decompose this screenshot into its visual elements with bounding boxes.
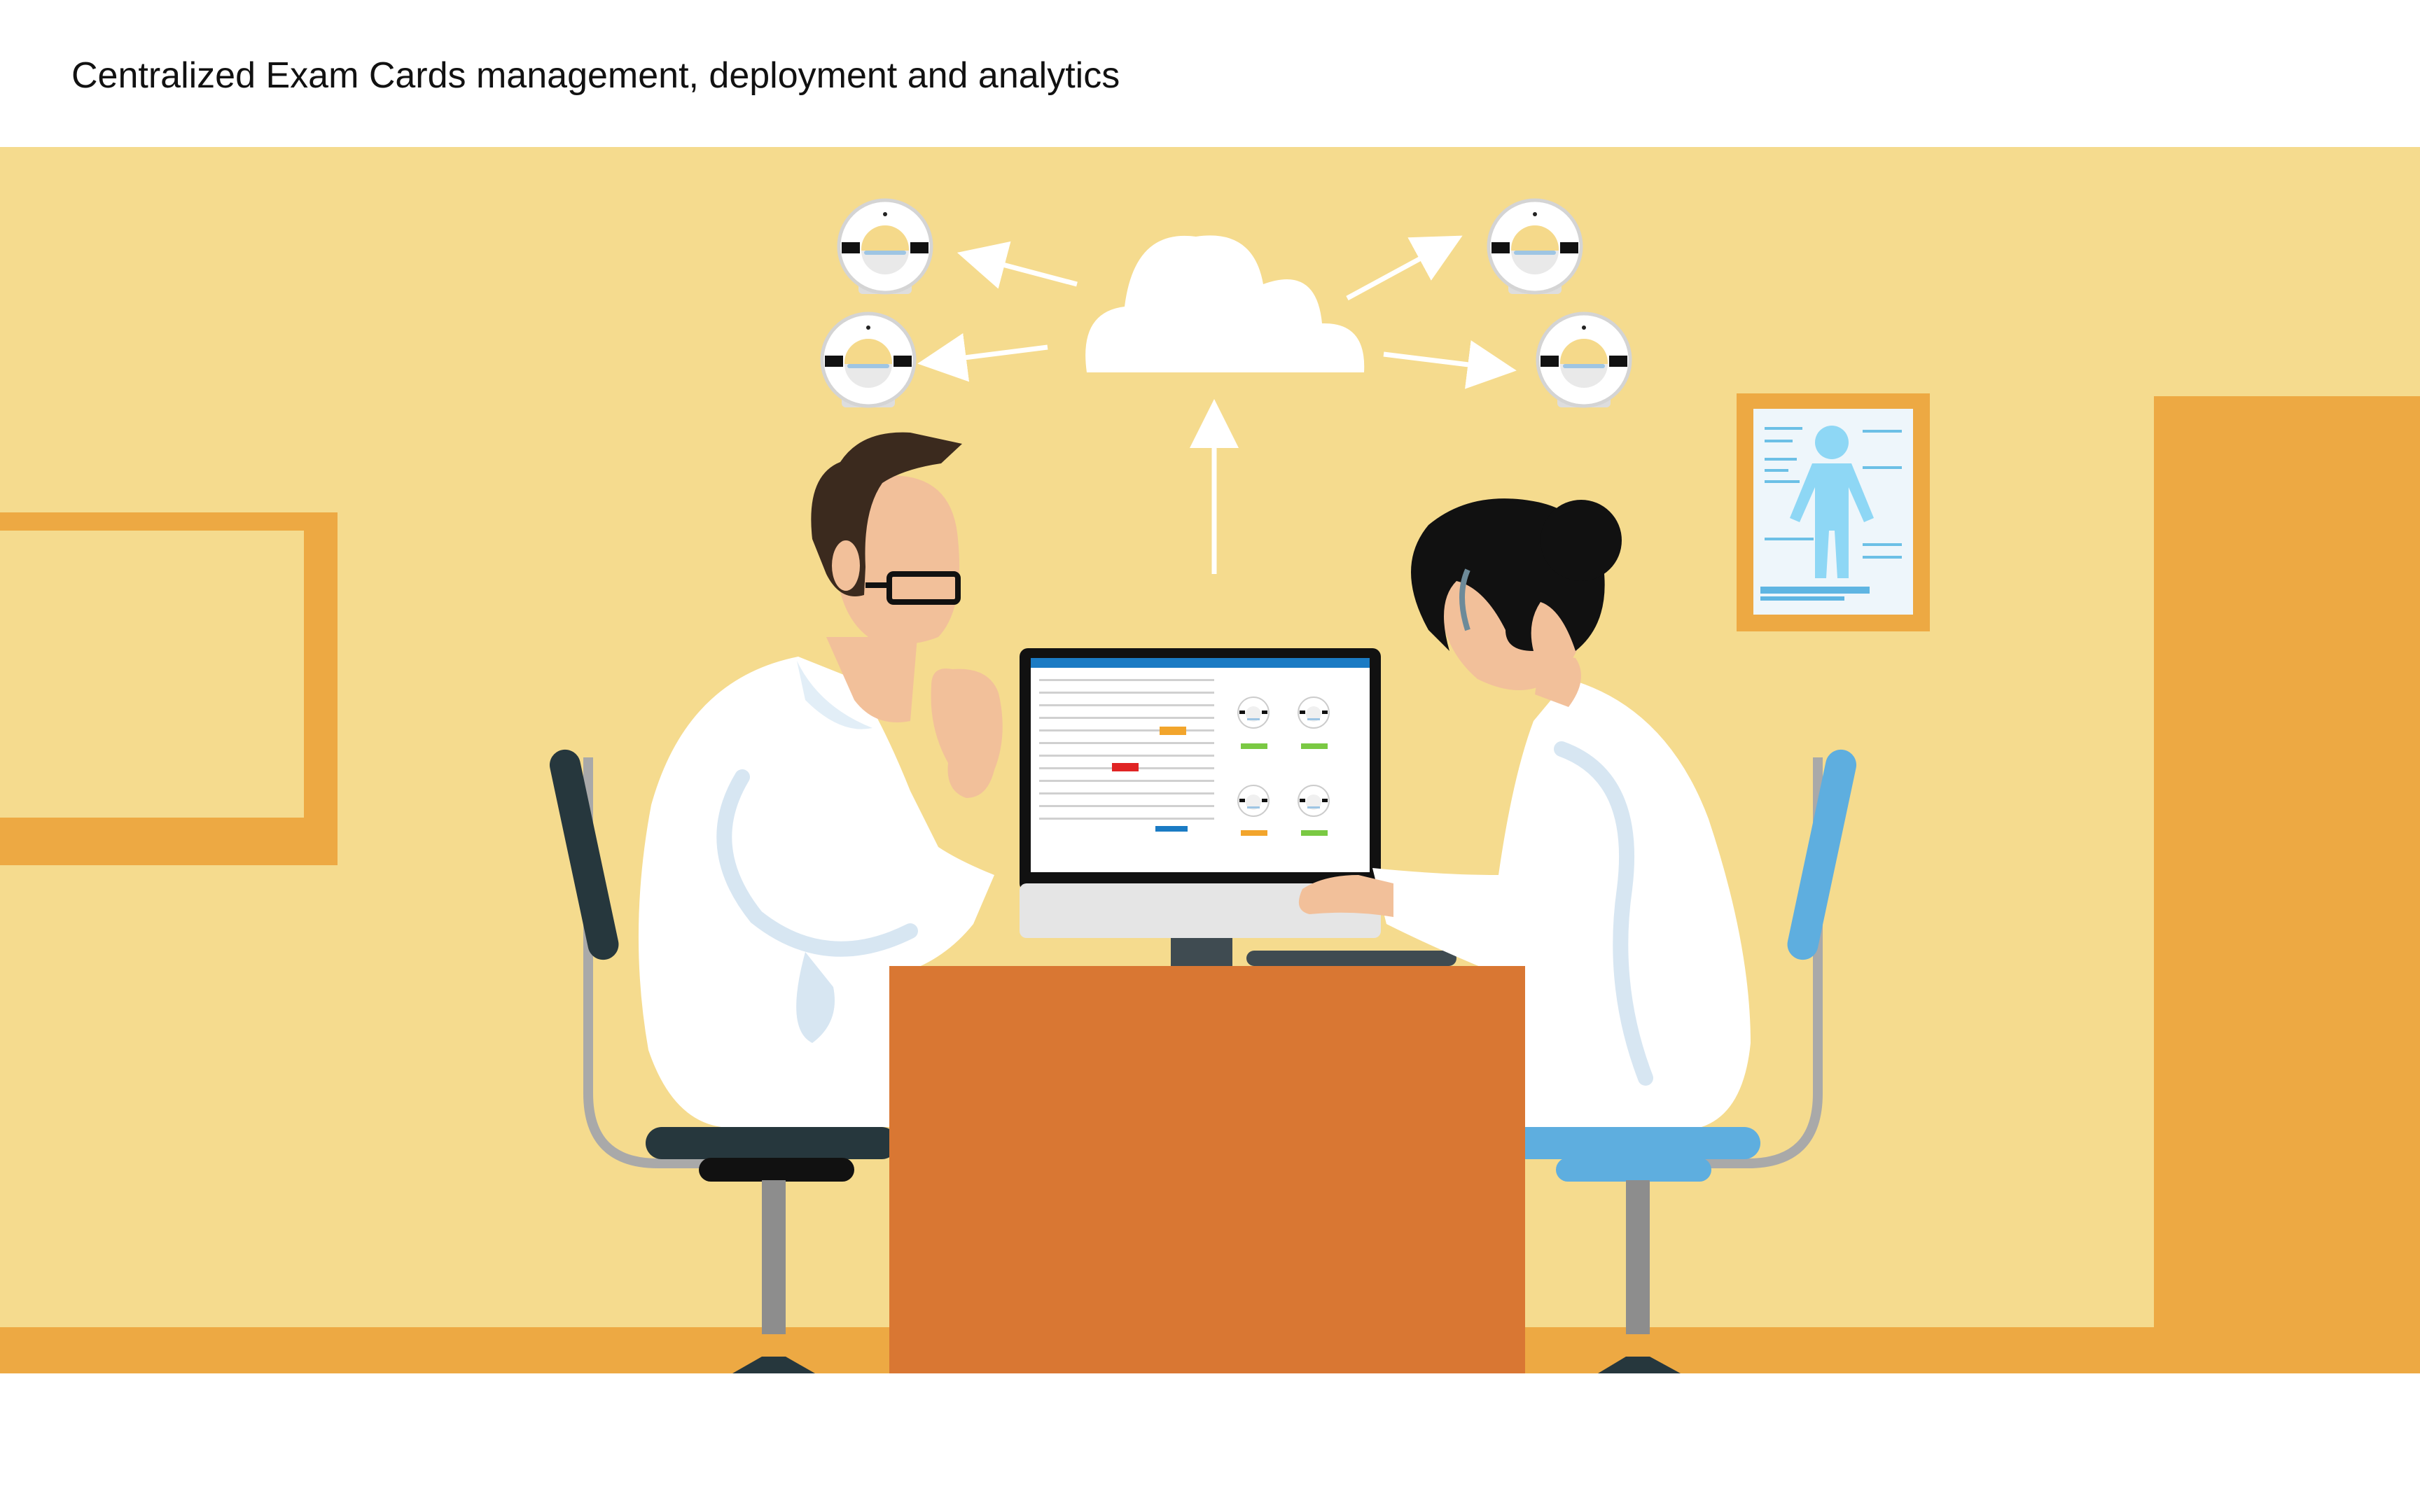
status-cell-orange — [1160, 727, 1186, 735]
status-pill-orange — [1241, 830, 1267, 836]
mri-scanner-icon — [839, 200, 931, 294]
clinic-illustration — [0, 147, 2420, 1373]
window-frame — [0, 512, 338, 865]
status-cell-red — [1112, 763, 1139, 771]
mri-scanner-icon — [1237, 696, 1270, 729]
screen-header-bar — [1031, 658, 1370, 668]
computer-monitor — [1020, 648, 1381, 977]
status-pill-green — [1241, 743, 1267, 749]
mri-scanner-icon — [1298, 785, 1330, 817]
mri-scanner-icon — [1298, 696, 1330, 729]
mri-scanner-icon — [1237, 785, 1270, 817]
mri-scanner-icon — [822, 314, 915, 407]
desk — [889, 966, 1525, 1373]
mri-scanner-icon — [1538, 314, 1630, 407]
mri-scanner-icon — [1489, 200, 1581, 294]
screen-action-button — [1155, 826, 1188, 832]
anatomy-poster-icon — [1737, 393, 1930, 631]
status-pill-green — [1301, 743, 1328, 749]
doorway — [2154, 396, 2420, 1373]
keyboard — [1246, 951, 1456, 966]
slide-title: Centralized Exam Cards management, deplo… — [71, 55, 1120, 96]
status-pill-green — [1301, 830, 1328, 836]
